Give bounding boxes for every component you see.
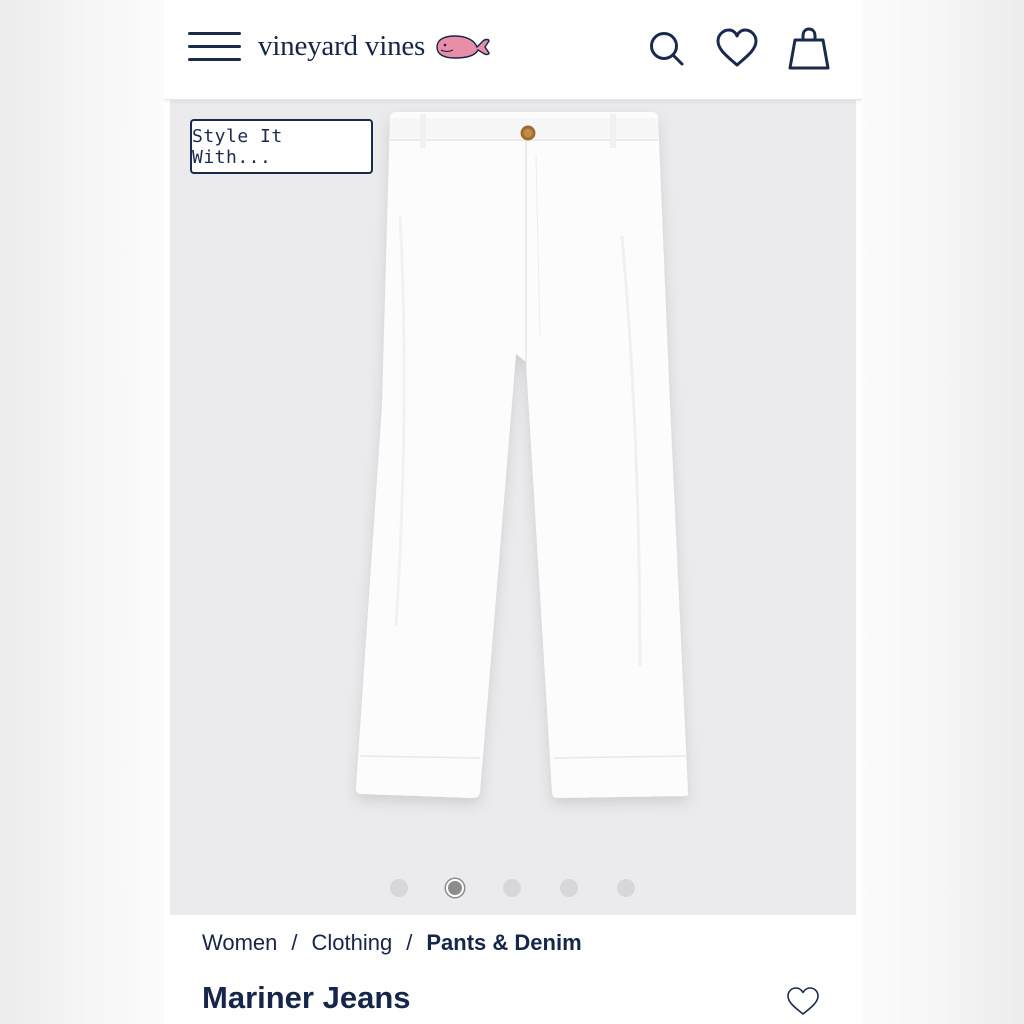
carousel-dot[interactable] [617,879,635,897]
whale-logo-icon [436,35,490,59]
carousel-dot[interactable] [503,879,521,897]
brand-name: vineyard vines [258,29,426,62]
breadcrumb-women[interactable]: Women [202,930,277,956]
carousel-dot[interactable] [560,879,578,897]
carousel-dot-active[interactable] [446,879,464,897]
shopping-bag-icon[interactable] [786,26,832,72]
product-image-white-pants [356,112,689,798]
site-header: vineyard vines [164,0,862,100]
breadcrumb-clothing[interactable]: Clothing [312,930,393,956]
background-left [0,0,164,1024]
product-title: Mariner Jeans [202,980,411,1015]
breadcrumb-pants-denim[interactable]: Pants & Denim [426,930,581,956]
heart-icon[interactable] [714,26,760,72]
brand-logo[interactable]: vineyard vines [258,26,491,66]
menu-icon[interactable] [188,30,242,64]
breadcrumb-separator: / [406,930,413,955]
breadcrumb-separator: / [291,930,298,955]
style-it-with-button[interactable]: Style It With... [190,119,373,174]
search-icon[interactable] [644,26,690,72]
product-page: vineyard vines Style It With... Women / … [164,0,862,1024]
carousel-dot[interactable] [390,879,408,897]
product-image-gallery[interactable]: Style It With... [170,100,856,915]
breadcrumb: Women / Clothing / Pants & Denim [202,930,582,956]
add-to-wishlist-heart-icon[interactable] [786,986,820,1016]
background-right [862,0,1024,1024]
